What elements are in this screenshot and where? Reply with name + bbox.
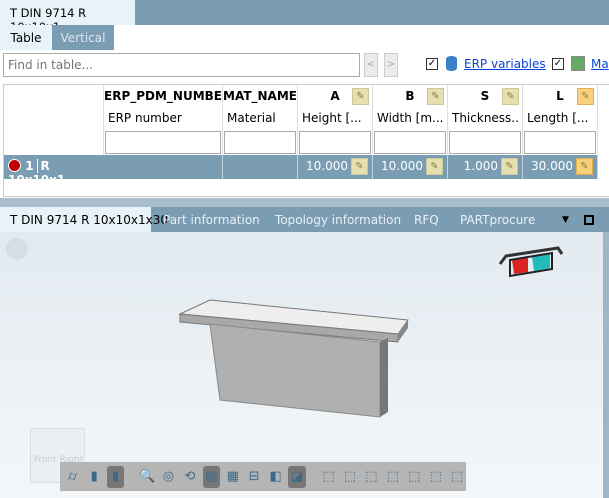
edit-icon[interactable]: ✎ bbox=[577, 88, 594, 105]
rotate-icon[interactable]: ⟲ bbox=[181, 466, 198, 488]
filter-input[interactable] bbox=[524, 131, 596, 154]
value: 10.000 bbox=[381, 159, 423, 173]
view-iso-6-icon[interactable]: ⬚ bbox=[448, 466, 465, 488]
filter-input[interactable] bbox=[105, 131, 221, 154]
maximize-icon[interactable] bbox=[584, 215, 594, 225]
cell-s[interactable]: 1.000 ✎ bbox=[448, 155, 523, 179]
dropdown-icon[interactable]: ▼ bbox=[562, 207, 569, 232]
home-icon[interactable] bbox=[6, 238, 28, 260]
zoom-icon[interactable]: 🔍 bbox=[138, 466, 155, 488]
row-index: 1 bbox=[25, 159, 34, 173]
view-iso-5-icon[interactable]: ⬚ bbox=[427, 466, 444, 488]
filter-input[interactable] bbox=[224, 131, 296, 154]
shaded-icon[interactable]: ▮ bbox=[85, 466, 102, 488]
column-header-b[interactable]: B ✎ Width [m... bbox=[373, 85, 448, 155]
edit-icon[interactable]: ✎ bbox=[502, 88, 519, 105]
column-desc: ERP number bbox=[108, 111, 182, 125]
column-header-a[interactable]: A ✎ Height [... bbox=[298, 85, 373, 155]
view-toolbar: ⌭ ▮ ▮ 🔍 ◎ ⟲ ▤ ▦ ⊟ ◧ ◪ ⬚ ⬚ ⬚ ⬚ ⬚ ⬚ ⬚ bbox=[60, 462, 466, 491]
status-icon bbox=[8, 159, 21, 172]
parts-table: ERP_PDM_NUMBER ERP number MAT_NAME Materia… bbox=[3, 84, 609, 197]
edit-icon[interactable]: ✎ bbox=[351, 158, 368, 175]
edit-icon[interactable]: ✎ bbox=[576, 158, 593, 175]
material-link[interactable]: Ma bbox=[591, 57, 609, 71]
next-button[interactable]: > bbox=[384, 53, 398, 77]
column-desc: Height [... bbox=[302, 111, 362, 125]
measure-icon[interactable]: ⊟ bbox=[246, 466, 263, 488]
column-desc: Material bbox=[227, 111, 276, 125]
tab-vertical[interactable]: Vertical bbox=[52, 25, 114, 50]
filter-input[interactable] bbox=[449, 131, 521, 154]
hatch-icon[interactable]: ▦ bbox=[224, 466, 241, 488]
column-header-erp[interactable]: ERP_PDM_NUMBER ERP number bbox=[104, 85, 223, 155]
edit-icon[interactable]: ✎ bbox=[427, 88, 444, 105]
column-desc: Width [m... bbox=[377, 111, 444, 125]
search-input[interactable] bbox=[3, 53, 360, 77]
shaded-edges-icon[interactable]: ▮ bbox=[106, 465, 125, 488]
view-front-icon[interactable]: ⬚ bbox=[320, 466, 337, 488]
filter-input[interactable] bbox=[374, 131, 446, 154]
row-header-column bbox=[4, 85, 104, 155]
tab-3d-view[interactable]: T DIN 9714 R 10x10x1x30 bbox=[0, 207, 168, 232]
part-model bbox=[178, 299, 409, 418]
wireframe-icon[interactable]: ⌭ bbox=[64, 466, 81, 488]
material-checkbox[interactable]: ✓ bbox=[552, 58, 564, 70]
dimensions-icon[interactable]: ▤ bbox=[202, 465, 221, 488]
view-tabs: Table Vertical bbox=[0, 25, 609, 51]
cell-b[interactable]: 10.000 ✎ bbox=[373, 155, 448, 179]
view-iso-2-icon[interactable]: ⬚ bbox=[363, 466, 380, 488]
cell-a[interactable]: 10.000 ✎ bbox=[298, 155, 373, 179]
prev-button[interactable]: < bbox=[364, 53, 378, 77]
value: 1.000 bbox=[463, 159, 498, 173]
zoom-fit-icon[interactable]: ◎ bbox=[160, 466, 177, 488]
view-iso-1-icon[interactable]: ⬚ bbox=[341, 466, 358, 488]
edit-icon[interactable]: ✎ bbox=[352, 88, 369, 105]
tab-rfq[interactable]: RFQ bbox=[414, 207, 439, 232]
splitter[interactable] bbox=[0, 198, 609, 207]
tab-table[interactable]: Table bbox=[0, 25, 52, 50]
cell-erp[interactable] bbox=[104, 155, 223, 179]
value: 30.000 bbox=[531, 159, 573, 173]
table-row[interactable]: 1R 10x10x1 10.000 ✎ 10.000 ✎ 1.000 ✎ 30.000… bbox=[4, 155, 598, 187]
table-settings-icon bbox=[571, 56, 585, 71]
column-header-l[interactable]: L ✎ Length [... bbox=[523, 85, 598, 155]
column-name: ERP_PDM_NUMBER bbox=[104, 89, 222, 103]
view-iso-4-icon[interactable]: ⬚ bbox=[406, 466, 423, 488]
column-header-s[interactable]: S ✎ Thickness... bbox=[448, 85, 523, 155]
value: 10.000 bbox=[306, 159, 348, 173]
tab-part-information[interactable]: Part information bbox=[163, 207, 260, 232]
tab-partprocure[interactable]: PARTprocure bbox=[460, 207, 535, 232]
edit-icon[interactable]: ✎ bbox=[426, 158, 443, 175]
3d-viewport[interactable]: Front Right bbox=[0, 232, 603, 498]
column-desc: Length [... bbox=[527, 111, 589, 125]
column-desc: Thickness... bbox=[452, 111, 520, 125]
database-icon bbox=[446, 56, 457, 71]
cell-mat[interactable] bbox=[223, 155, 298, 179]
bottom-tabbar: T DIN 9714 R 10x10x1x30 Part information… bbox=[0, 207, 609, 232]
column-name: MAT_NAME bbox=[223, 89, 297, 103]
column-header-mat[interactable]: MAT_NAME Material bbox=[223, 85, 298, 155]
erp-variables-link[interactable]: ERP variables bbox=[464, 57, 546, 71]
section-icon[interactable]: ◧ bbox=[267, 466, 284, 488]
filter-input[interactable] bbox=[299, 131, 371, 154]
view-cube-front[interactable]: Front bbox=[34, 455, 57, 465]
perspective-icon[interactable]: ◪ bbox=[288, 465, 306, 488]
window-tab[interactable]: T DIN 9714 R 10x10x1 bbox=[0, 0, 135, 34]
scrollbar[interactable] bbox=[603, 232, 609, 498]
3d-glasses-icon[interactable] bbox=[498, 236, 564, 286]
erp-variables-checkbox[interactable]: ✓ bbox=[426, 58, 438, 70]
edit-icon[interactable]: ✎ bbox=[501, 158, 518, 175]
tab-topology-information[interactable]: Topology information bbox=[275, 207, 401, 232]
view-iso-3-icon[interactable]: ⬚ bbox=[384, 466, 401, 488]
cell-l[interactable]: 30.000 ✎ bbox=[523, 155, 598, 179]
